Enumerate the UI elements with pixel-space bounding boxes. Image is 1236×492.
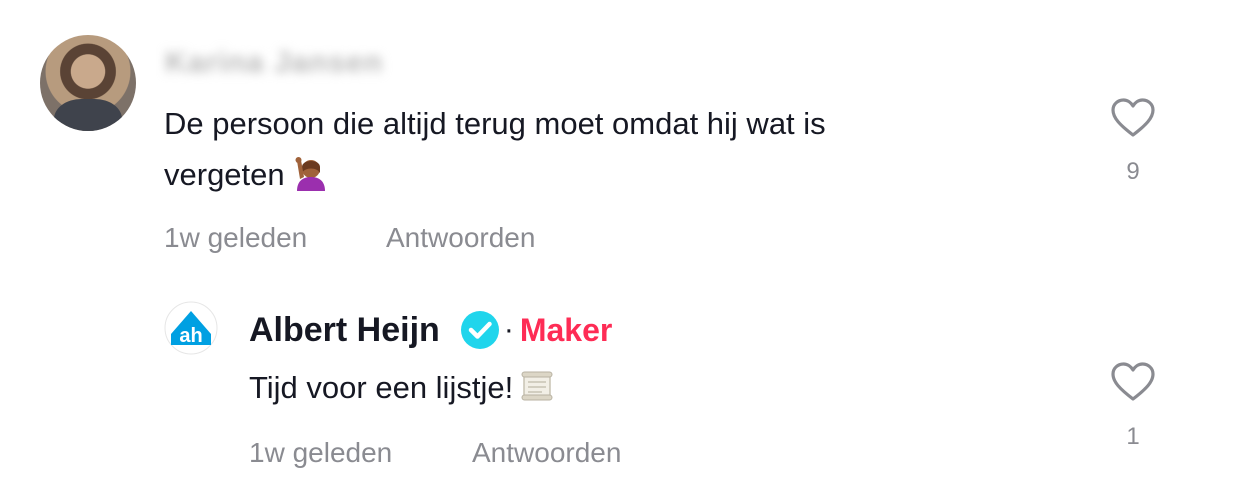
verified-badge-icon xyxy=(460,311,499,349)
like-count: 9 xyxy=(1126,158,1140,185)
scroll-emoji xyxy=(521,371,553,401)
comment-author-name[interactable]: Albert Heijn xyxy=(249,311,440,350)
comment-text-line2: vergeten xyxy=(164,157,285,192)
comment-username[interactable]: Karina Jansen xyxy=(165,46,383,80)
svg-text:ah: ah xyxy=(179,325,202,347)
reply-button[interactable]: Antwoorden xyxy=(472,437,621,469)
like-count: 1 xyxy=(1126,423,1140,450)
maker-badge: Maker xyxy=(519,311,613,348)
comment-text: De persoon die altijd terug moet omdat h… xyxy=(164,98,826,200)
comment-author-row: Albert Heijn · Maker xyxy=(249,306,612,354)
comment-thread: Karina Jansen De persoon die altijd teru… xyxy=(0,0,1236,492)
ah-logo-icon: ah xyxy=(164,301,218,355)
heart-icon[interactable] xyxy=(1110,361,1156,403)
avatar-photo xyxy=(54,99,122,131)
user-avatar[interactable] xyxy=(40,35,136,131)
separator-dot: · xyxy=(503,313,514,346)
comment-text-line1: Tijd voor een lijstje! xyxy=(249,370,514,405)
comment-timestamp: 1w geleden xyxy=(249,437,393,468)
albert-heijn-logo-avatar[interactable]: ah xyxy=(164,301,218,355)
comment-timestamp: 1w geleden xyxy=(164,222,308,253)
reply-button[interactable]: Antwoorden xyxy=(386,222,535,254)
raising-hand-emoji xyxy=(295,157,325,191)
comment-text: Tijd voor een lijstje! xyxy=(249,362,555,413)
heart-icon[interactable] xyxy=(1110,97,1156,139)
comment-text-line1: De persoon die altijd terug moet omdat h… xyxy=(164,106,826,141)
